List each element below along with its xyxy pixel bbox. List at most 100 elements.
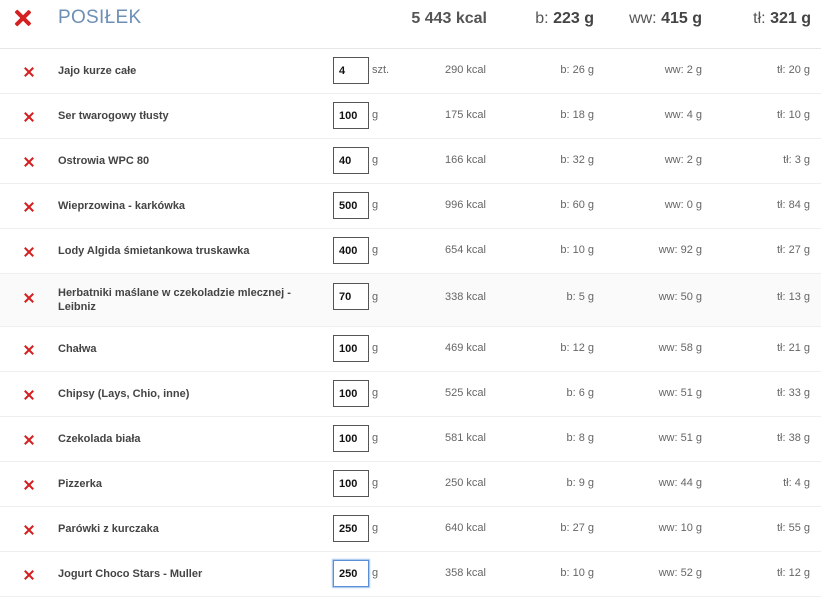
item-name: Parówki z kurczaka — [58, 523, 159, 535]
item-kcal: 175 kcal — [445, 109, 486, 121]
item-protein: b: 60 g — [560, 199, 594, 211]
carbs-value: 415 g — [661, 10, 702, 27]
item-quantity-input[interactable] — [333, 102, 369, 129]
item-quantity-input[interactable] — [333, 560, 369, 587]
item-carbs: ww: 58 g — [658, 342, 702, 354]
item-protein: b: 18 g — [560, 109, 594, 121]
item-protein: b: 9 g — [566, 477, 594, 489]
item-unit: g — [372, 244, 379, 256]
meal-title: POSIŁEK — [58, 7, 142, 28]
meal-item-row: Ser twarogowy tłusty g 175 kcal b: 18 g … — [0, 94, 821, 139]
remove-item-icon[interactable] — [24, 247, 34, 257]
item-fat: tł: 20 g — [776, 64, 810, 76]
item-unit: szt. — [372, 64, 390, 76]
remove-item-icon[interactable] — [24, 345, 34, 355]
item-name: Jogurt Choco Stars - Muller — [58, 568, 203, 580]
item-kcal: 654 kcal — [445, 244, 486, 256]
item-quantity-input[interactable] — [333, 57, 369, 84]
item-carbs: ww: 0 g — [664, 199, 702, 211]
meal-items-list: Jajo kurze całe szt. 290 kcal b: 26 g ww… — [0, 49, 821, 597]
item-quantity-input[interactable] — [333, 425, 369, 452]
protein-label: b: — [535, 10, 549, 27]
item-carbs: ww: 52 g — [658, 567, 702, 579]
remove-item-icon[interactable] — [24, 157, 34, 167]
fat-value: 321 g — [770, 10, 811, 27]
item-fat: tł: 13 g — [776, 291, 810, 303]
item-kcal: 290 kcal — [445, 64, 486, 76]
item-quantity-input[interactable] — [333, 237, 369, 264]
item-kcal: 996 kcal — [445, 199, 486, 211]
item-protein: b: 8 g — [566, 432, 594, 444]
meal-item-row: Herbatniki maślane w czekoladzie mleczne… — [0, 274, 821, 327]
item-protein: b: 5 g — [566, 291, 594, 303]
item-quantity-input[interactable] — [333, 515, 369, 542]
item-unit: g — [372, 387, 379, 399]
remove-item-icon[interactable] — [24, 525, 34, 535]
item-quantity-input[interactable] — [333, 335, 369, 362]
meal-item-row: Ostrowia WPC 80 g 166 kcal b: 32 g ww: 2… — [0, 139, 821, 184]
item-quantity-input[interactable] — [333, 283, 369, 310]
meal-item-row: Jogurt Choco Stars - Muller g 358 kcal b… — [0, 552, 821, 597]
fat-label: tł: — [753, 10, 766, 27]
item-kcal: 469 kcal — [445, 342, 486, 354]
item-name: Chipsy (Lays, Chio, inne) — [58, 388, 190, 400]
meal-item-row: Pizzerka g 250 kcal b: 9 g ww: 44 g tł: … — [0, 462, 821, 507]
item-carbs: ww: 50 g — [658, 291, 702, 303]
item-unit: g — [372, 342, 379, 354]
item-carbs: ww: 92 g — [658, 244, 702, 256]
remove-item-icon[interactable] — [24, 67, 34, 77]
item-quantity-input[interactable] — [333, 192, 369, 219]
item-fat: tł: 12 g — [776, 567, 810, 579]
item-unit: g — [372, 432, 379, 444]
item-fat: tł: 33 g — [776, 387, 810, 399]
remove-item-icon[interactable] — [24, 570, 34, 580]
remove-item-icon[interactable] — [24, 480, 34, 490]
item-protein: b: 26 g — [560, 64, 594, 76]
item-quantity-input[interactable] — [333, 380, 369, 407]
item-fat: tł: 3 g — [783, 154, 810, 166]
item-fat: tł: 27 g — [776, 244, 810, 256]
item-fat: tł: 55 g — [776, 522, 810, 534]
remove-item-icon[interactable] — [24, 202, 34, 212]
item-fat: tł: 38 g — [776, 432, 810, 444]
item-name: Ser twarogowy tłusty — [58, 110, 169, 122]
item-unit: g — [372, 109, 379, 121]
item-fat: tł: 84 g — [776, 199, 810, 211]
item-protein: b: 10 g — [560, 244, 594, 256]
item-carbs: ww: 2 g — [664, 64, 702, 76]
item-unit: g — [372, 291, 379, 303]
item-kcal: 166 kcal — [445, 154, 486, 166]
item-kcal: 358 kcal — [445, 567, 486, 579]
remove-meal-icon[interactable] — [14, 9, 32, 27]
meal-item-row: Lody Algida śmietankowa truskawka g 654 … — [0, 229, 821, 274]
remove-item-icon[interactable] — [24, 390, 34, 400]
meal-header: POSIŁEK 5 443 kcal b: 223 g ww: 415 g tł… — [0, 0, 821, 49]
item-quantity-input[interactable] — [333, 147, 369, 174]
item-carbs: ww: 51 g — [658, 387, 702, 399]
meal-total-protein: b: 223 g — [535, 10, 594, 28]
remove-item-icon[interactable] — [24, 112, 34, 122]
item-fat: tł: 10 g — [776, 109, 810, 121]
item-name: Ostrowia WPC 80 — [58, 155, 150, 167]
meal-item-row: Jajo kurze całe szt. 290 kcal b: 26 g ww… — [0, 49, 821, 94]
item-protein: b: 10 g — [560, 567, 594, 579]
protein-value: 223 g — [553, 10, 594, 27]
item-name: Herbatniki maślane w czekoladzie mleczne… — [58, 287, 291, 313]
item-quantity-input[interactable] — [333, 470, 369, 497]
meal-item-row: Chipsy (Lays, Chio, inne) g 525 kcal b: … — [0, 372, 821, 417]
item-unit: g — [372, 567, 379, 579]
item-protein: b: 6 g — [566, 387, 594, 399]
item-kcal: 250 kcal — [445, 477, 486, 489]
item-name: Czekolada biała — [58, 433, 141, 445]
meal-total-kcal: 5 443 kcal — [411, 10, 487, 27]
item-name: Lody Algida śmietankowa truskawka — [58, 245, 250, 257]
item-kcal: 338 kcal — [445, 291, 486, 303]
item-carbs: ww: 4 g — [664, 109, 702, 121]
item-unit: g — [372, 154, 379, 166]
item-kcal: 640 kcal — [445, 522, 486, 534]
remove-item-icon[interactable] — [24, 435, 34, 445]
item-name: Jajo kurze całe — [58, 65, 137, 77]
remove-item-icon[interactable] — [24, 293, 34, 303]
item-name: Chałwa — [58, 343, 97, 355]
item-name: Wieprzowina - karkówka — [58, 200, 186, 212]
